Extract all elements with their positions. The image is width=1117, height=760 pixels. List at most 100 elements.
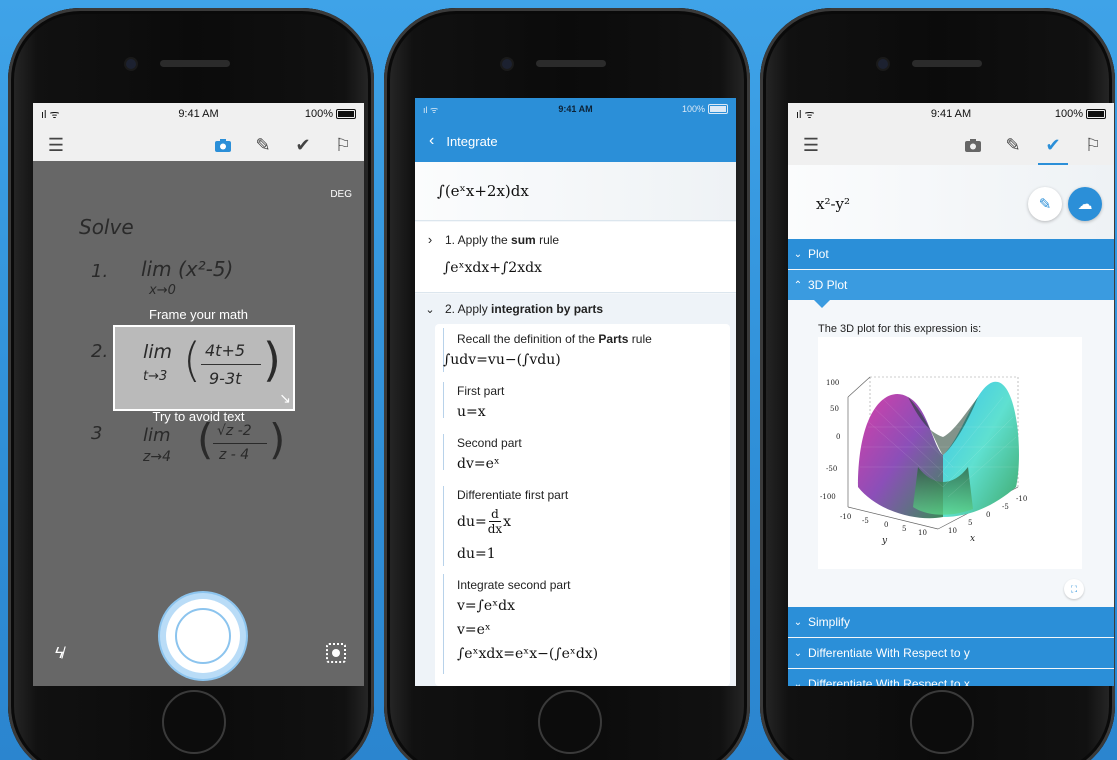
flag-icon[interactable]: ⚐: [326, 130, 360, 160]
x-tick-label: 10: [948, 527, 957, 535]
flag-icon[interactable]: ⚐: [1076, 130, 1110, 160]
header-bar: ‹ Integrate: [415, 120, 736, 162]
hamburger-icon[interactable]: ☰: [794, 130, 828, 160]
pencil-icon[interactable]: ✎: [246, 130, 280, 160]
handwritten-item3-bottom: z - 4: [219, 447, 250, 463]
screen: ıl ᯤ 9:41 AM 100% ☰ ✎ ✔ ⚐ x²-y² ✎ ☁ ⌄ Pl…: [788, 103, 1114, 686]
camera-icon[interactable]: [956, 130, 990, 160]
section-differentiate-x-label: Differentiate With Respect to x: [808, 677, 970, 686]
chevron-down-icon: ⌄: [793, 647, 803, 659]
shutter-button[interactable]: [166, 599, 240, 673]
z-tick-label: 0: [836, 433, 840, 441]
timeline-line: [443, 434, 444, 470]
step1-label-bold: sum: [511, 232, 536, 247]
home-button[interactable]: [162, 690, 226, 754]
3d-plot-svg: 100 50 0 -50 -100 -10 -5 0 5 10 10 5 0 -…: [820, 376, 1027, 546]
step1[interactable]: › 1. Apply the sum rule ∫eˣxdx+∫2xdx: [415, 222, 736, 293]
screen: ıl ᯤ 9:41 AM 100% ☰ ✎ ✔ ⚐ DEG Solve 1. l…: [33, 103, 364, 686]
y-axis-label: y: [881, 536, 888, 546]
frame-fraction-bar: [201, 364, 261, 365]
front-camera-icon: [878, 59, 888, 69]
handwritten-item3-paren: (: [197, 415, 214, 464]
pencil-icon: ✎: [1038, 196, 1052, 213]
step1-header[interactable]: › 1. Apply the sum rule: [415, 232, 736, 247]
check-icon[interactable]: ✔: [1036, 130, 1070, 166]
z-tick-label: -50: [826, 465, 837, 473]
step2-label-pre: 2. Apply: [445, 302, 492, 316]
edit-button[interactable]: ✎: [1028, 187, 1062, 221]
chevron-down-icon: ⌄: [793, 616, 803, 628]
differentiate-result: du=1: [457, 546, 496, 562]
chevron-right-icon[interactable]: ›: [415, 232, 445, 247]
phone-frame: ıl ᯤ 9:41 AM 100% ☰ ✎ ✔ ⚐ DEG Solve 1. l…: [8, 8, 374, 760]
screen: ıl ᯤ 9:41 AM 100% ‹ Integrate ∫(eˣx+2x)d…: [415, 98, 736, 686]
y-tick-label: -5: [862, 517, 869, 525]
expression-area: x²-y² ✎ ☁: [788, 165, 1114, 239]
plot-caption: The 3D plot for this expression is:: [818, 323, 982, 335]
hamburger-icon[interactable]: ☰: [39, 130, 73, 160]
speaker-icon: [536, 60, 606, 67]
section-plot[interactable]: ⌄ Plot: [788, 239, 1114, 269]
resize-handle-icon[interactable]: ↘: [279, 390, 291, 407]
section-simplify[interactable]: ⌄ Simplify: [788, 607, 1114, 637]
signal-indicator: ıl ᯤ: [41, 108, 60, 121]
plot-image: 100 50 0 -50 -100 -10 -5 0 5 10 10 5 0 -…: [818, 337, 1082, 569]
section-3d-plot[interactable]: ⌃ 3D Plot: [788, 270, 1114, 300]
second-part-label: Second part: [457, 436, 522, 450]
step1-expression: ∫eˣxdx+∫2xdx: [443, 260, 542, 276]
handwritten-item3-bar: [213, 443, 267, 444]
chevron-down-icon: ⌄: [793, 678, 803, 687]
fullscreen-button[interactable]: ⛶: [1064, 579, 1084, 599]
upload-button[interactable]: ☁: [1068, 187, 1102, 221]
chevron-down-icon[interactable]: ⌄: [415, 303, 445, 316]
signal-indicator: ıl ᯤ: [423, 104, 439, 115]
step2-header[interactable]: ⌄ 2. Apply integration by parts: [415, 302, 736, 316]
section-differentiate-x[interactable]: ⌄ Differentiate With Respect to x: [788, 669, 1114, 686]
back-chevron-icon[interactable]: ‹: [429, 132, 434, 150]
focus-icon[interactable]: [326, 643, 346, 663]
battery-indicator: 100%: [682, 104, 728, 115]
frame-paren-right: ): [263, 333, 281, 387]
z-tick-label: 50: [830, 405, 839, 413]
x-tick-label: -10: [1016, 495, 1027, 503]
frame-denominator: 9-3t: [209, 369, 242, 388]
step2[interactable]: ⌄ 2. Apply integration by parts Recall t…: [415, 294, 736, 686]
z-tick-label: -100: [820, 493, 836, 501]
section-differentiate-y-label: Differentiate With Respect to y: [808, 646, 970, 660]
battery-indicator: 100%: [1055, 108, 1106, 120]
flash-off-icon[interactable]: ϟ̸: [55, 645, 63, 663]
x-axis-label: x: [970, 534, 975, 544]
check-icon[interactable]: ✔: [286, 130, 320, 160]
x-tick-label: 5: [968, 519, 972, 527]
accordion-pointer: [814, 300, 830, 308]
chevron-down-icon: ⌄: [793, 248, 803, 260]
section-differentiate-y[interactable]: ⌄ Differentiate With Respect to y: [788, 638, 1114, 668]
second-part-expression: dv=eˣ: [457, 456, 500, 472]
recall-expression: ∫udv=vu−(∫vdu): [443, 352, 561, 368]
status-bar: ıl ᯤ 9:41 AM 100%: [788, 103, 1114, 125]
deg-label[interactable]: DEG: [330, 189, 352, 200]
scan-frame[interactable]: lim t→3 ( 4t+5 9-3t ) ↘: [113, 325, 295, 411]
expression: x²-y²: [816, 195, 851, 213]
handwritten-item2-number: 2.: [91, 341, 109, 362]
header-title: Integrate: [446, 133, 498, 149]
home-button[interactable]: [910, 690, 974, 754]
panel-plot: ıl ᯤ 9:41 AM 100% ☰ ✎ ✔ ⚐ x²-y² ✎ ☁ ⌄ Pl…: [752, 0, 1117, 760]
problem-expression: ∫(eˣx+2x)dx: [437, 182, 529, 200]
section-3d-plot-label: 3D Plot: [808, 278, 848, 292]
front-camera-icon: [502, 59, 512, 69]
camera-viewfinder[interactable]: DEG Solve 1. lim (x²-5) x→0 Frame your m…: [33, 161, 364, 686]
toolbar: ☰ ✎ ✔ ⚐: [33, 125, 364, 166]
home-button[interactable]: [538, 690, 602, 754]
handwritten-item1-number: 1.: [91, 261, 109, 282]
toolbar: ☰ ✎ ✔ ⚐: [788, 125, 1114, 166]
handwritten-item1-expression: lim (x²-5): [141, 257, 234, 281]
camera-icon[interactable]: [206, 130, 240, 166]
pencil-icon[interactable]: ✎: [996, 130, 1030, 160]
step1-label-post: rule: [535, 232, 560, 247]
expand-icon: ⛶: [1070, 583, 1078, 594]
status-bar: ıl ᯤ 9:41 AM 100%: [33, 103, 364, 125]
frame-lim-subscript: t→3: [143, 369, 168, 384]
integrate-expression-1: v=∫eˣdx: [457, 598, 516, 614]
differentiate-first-label: Differentiate first part: [457, 488, 569, 502]
